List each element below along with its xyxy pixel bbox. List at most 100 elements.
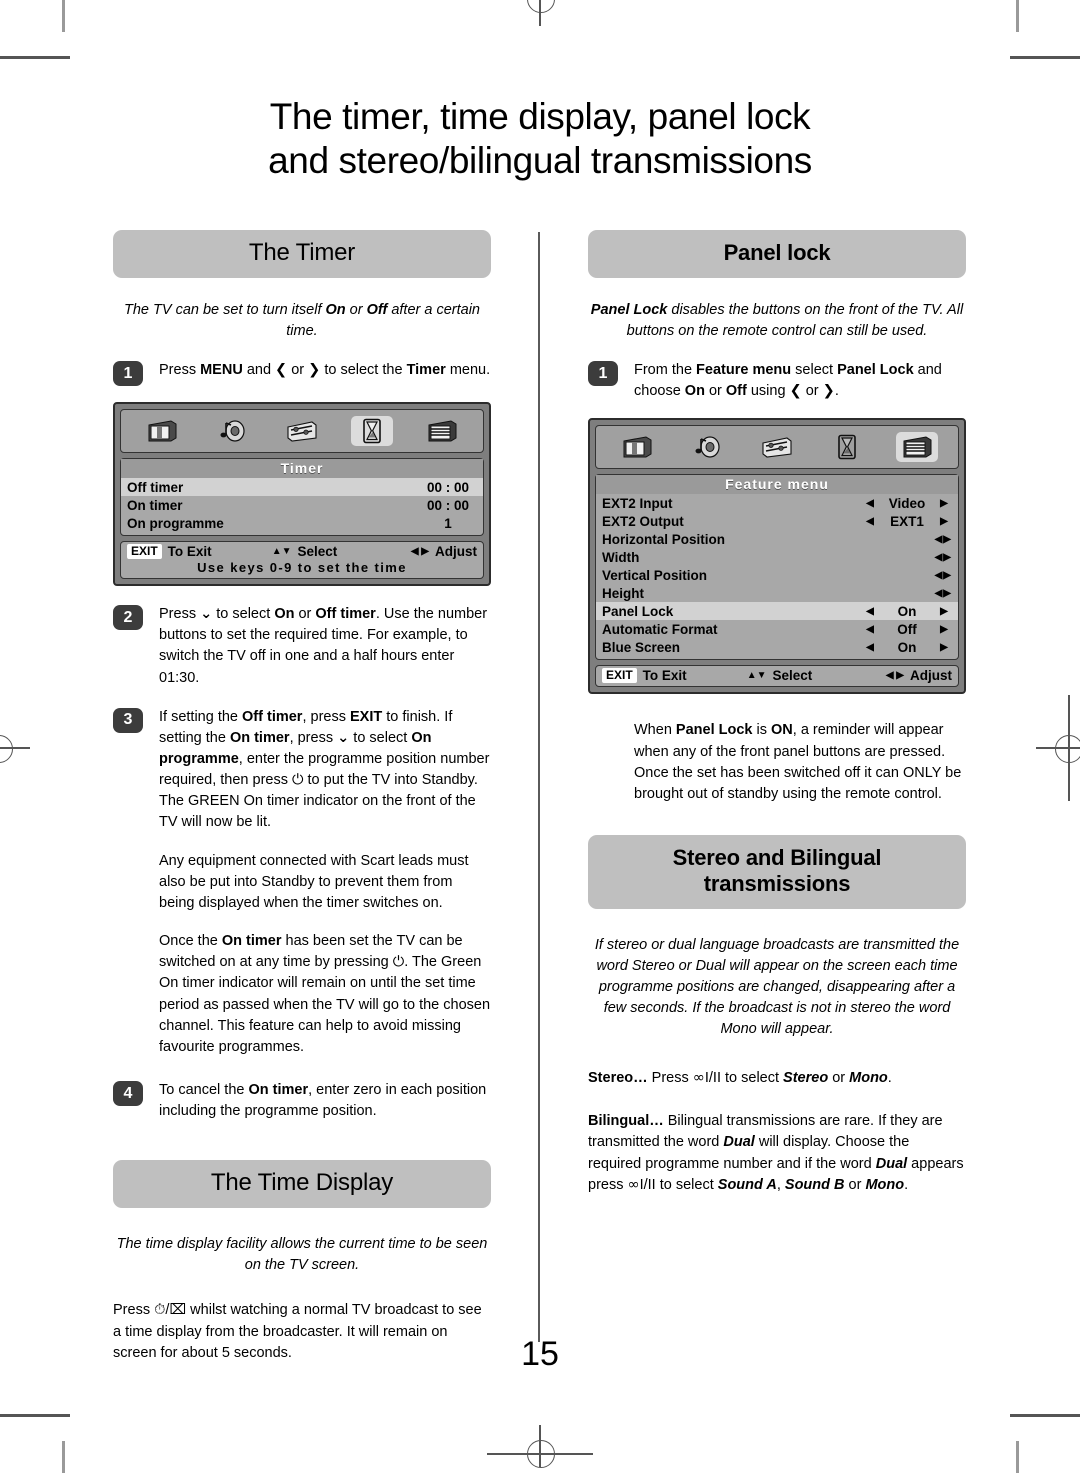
left-arrow-icon[interactable]: ◀	[862, 624, 878, 635]
picture-icon[interactable]	[616, 432, 658, 462]
left-right-arrows-icon[interactable]: ◀▶	[920, 552, 952, 563]
picture-icon[interactable]	[141, 416, 183, 446]
step-badge-2: 2	[113, 605, 143, 631]
section-header-time-display: The Time Display	[113, 1160, 491, 1209]
osd-icon-bar	[595, 425, 959, 470]
osd-row-width[interactable]: Width ◀▶	[596, 548, 958, 566]
left-arrow-icon[interactable]: ◀	[862, 498, 878, 509]
osd-feature-title: Feature menu	[596, 475, 958, 495]
timer-intro-a: The TV can be set to turn itself	[124, 302, 326, 318]
stereo-instruction: Stereo… Press ∞I/II to select Stereo or …	[588, 1070, 892, 1087]
osd-row-height[interactable]: Height ◀▶	[596, 584, 958, 602]
left-right-arrows-icon[interactable]: ◀▶	[920, 534, 952, 545]
left-arrow-icon[interactable]: ◀	[862, 516, 878, 527]
osd-row-label: On timer	[127, 497, 183, 513]
osd-row-vertical-position[interactable]: Vertical Position ◀▶	[596, 566, 958, 584]
page-title-line-2: and stereo/bilingual transmissions	[268, 139, 812, 181]
osd-row-label: EXT2 Input	[602, 495, 673, 511]
timer-icon[interactable]	[351, 416, 393, 447]
time-display-intro: The time display facility allows the cur…	[116, 1236, 488, 1274]
page-title: The timer, time display, panel lock and …	[110, 95, 970, 182]
right-arrow-icon[interactable]: ▶	[936, 516, 952, 527]
select-label: Select	[772, 668, 813, 684]
exit-chip[interactable]: EXIT	[127, 544, 162, 560]
feature-icon[interactable]	[421, 416, 463, 446]
timer-intro-mid: or	[345, 302, 367, 318]
osd-row-label: On programme	[127, 515, 224, 531]
osd-row-label: Automatic Format	[602, 621, 718, 637]
osd-icon-bar	[120, 409, 484, 454]
page-number: 15	[521, 1335, 559, 1373]
osd-row-value: 00 : 00	[426, 497, 470, 513]
section-header-stereo-bilingual: Stereo and Bilingual transmissions	[588, 834, 966, 909]
adjust-arrows-icon: ◀ ▶	[885, 670, 904, 682]
timer-intro-on: On	[325, 302, 346, 318]
right-arrow-icon[interactable]: ▶	[936, 624, 952, 635]
left-right-arrows-icon[interactable]: ◀▶	[920, 570, 952, 581]
exit-label: To Exit	[167, 544, 212, 560]
setup-icon[interactable]	[281, 416, 323, 446]
osd-row-off-timer[interactable]: Off timer 00 : 00	[121, 478, 483, 497]
osd-row-on-programme[interactable]: On programme 1	[121, 514, 483, 532]
osd-row-label: Blue Screen	[602, 639, 681, 655]
timer-intro-off: Off	[366, 302, 388, 318]
section-header-the-timer: The Timer	[113, 230, 491, 278]
osd-row-panel-lock[interactable]: Panel Lock ◀ On ▶	[596, 602, 958, 621]
left-arrow-glyph: ❮	[275, 362, 288, 379]
panel-lock-step-1: 1 From the Feature menu select Panel Loc…	[588, 360, 966, 402]
left-column: The Timer The TV can be set to turn itse…	[113, 230, 491, 1364]
manual-page: The timer, time display, panel lock and …	[0, 0, 1080, 1473]
osd-row-value: 1	[444, 515, 452, 531]
right-arrow-glyph: ❯	[308, 362, 321, 379]
sound-icon[interactable]	[211, 416, 253, 446]
down-arrow-glyph: ⌄	[337, 729, 350, 746]
left-arrow-icon[interactable]: ◀	[862, 606, 878, 617]
osd-timer-list: Timer Off timer 00 : 00 On timer 00 : 00…	[120, 458, 484, 537]
sound-mode-label: I/II	[639, 1176, 656, 1193]
osd-row-horizontal-position[interactable]: Horizontal Position ◀▶	[596, 530, 958, 548]
feature-icon[interactable]	[896, 432, 938, 463]
stereo-button-icon: ∞	[627, 1176, 640, 1193]
osd-row-ext2-input[interactable]: EXT2 Input ◀ Video ▶	[596, 494, 958, 512]
osd-row-ext2-output[interactable]: EXT2 Output ◀ EXT1 ▶	[596, 512, 958, 530]
timer-intro-text: The TV can be set to turn itself On or O…	[113, 300, 491, 342]
left-right-arrows-icon[interactable]: ◀▶	[920, 588, 952, 599]
sound-icon[interactable]	[686, 432, 728, 462]
osd-row-label: Panel Lock	[602, 603, 674, 619]
setup-icon[interactable]	[756, 432, 798, 462]
select-arrows-icon: ▲▼	[271, 546, 292, 558]
osd-row-value: On	[897, 603, 917, 619]
exit-chip[interactable]: EXIT	[602, 668, 637, 684]
osd-row-label: Off timer	[127, 479, 184, 495]
left-arrow-icon[interactable]: ◀	[862, 642, 878, 653]
power-icon: ⏻	[392, 954, 405, 971]
step-badge-4: 4	[113, 1081, 143, 1106]
osd-row-value: Video	[888, 495, 926, 511]
osd-timer-footer: EXIT To Exit ▲▼ Select ◀ ▶ Adjust Use ke…	[120, 541, 484, 580]
osd-row-on-timer[interactable]: On timer 00 : 00	[121, 496, 483, 514]
column-divider	[538, 232, 540, 1342]
osd-row-label: Width	[602, 549, 640, 565]
timer-step-4-text: To cancel the On timer, enter zero in ea…	[159, 1082, 487, 1120]
osd-row-blue-screen[interactable]: Blue Screen ◀ On ▶	[596, 638, 958, 656]
right-arrow-icon[interactable]: ▶	[936, 606, 952, 617]
step-badge-3: 3	[113, 707, 143, 733]
step-badge-1: 1	[113, 361, 143, 387]
adjust-label: Adjust	[910, 668, 952, 684]
right-arrow-icon[interactable]: ▶	[936, 498, 952, 509]
stereo-button-icon: ∞	[692, 1070, 705, 1087]
adjust-arrows-icon: ◀ ▶	[410, 546, 429, 558]
timer-step-3: 3 If setting the Off timer, press EXIT t…	[113, 707, 491, 834]
exit-label: To Exit	[642, 668, 687, 684]
osd-row-value: 00 : 00	[426, 479, 470, 495]
step-badge-1: 1	[588, 361, 618, 387]
osd-row-label: EXT2 Output	[602, 513, 684, 529]
select-arrows-icon: ▲▼	[746, 670, 767, 682]
right-arrow-glyph: ❯	[822, 383, 835, 400]
timer-icon[interactable]	[826, 432, 868, 462]
bilingual-instruction: Bilingual… Bilingual transmissions are r…	[588, 1113, 964, 1193]
adjust-label: Adjust	[435, 544, 477, 560]
osd-row-automatic-format[interactable]: Automatic Format ◀ Off ▶	[596, 620, 958, 638]
stereo-intro: If stereo or dual language broadcasts ar…	[594, 936, 960, 1038]
right-arrow-icon[interactable]: ▶	[936, 642, 952, 653]
